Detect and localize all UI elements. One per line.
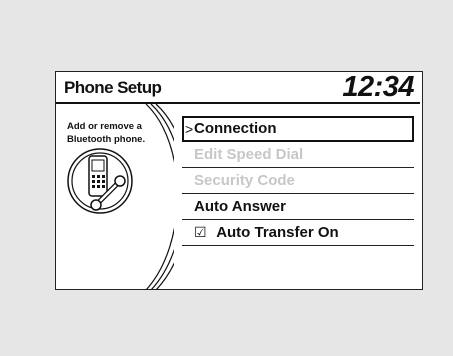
menu-item-auto-transfer[interactable]: ☑ Auto Transfer On [182, 220, 414, 246]
clock: 12:34 [342, 71, 414, 103]
menu-item-label: Security Code [194, 172, 295, 189]
checkbox-checked-icon[interactable]: ☑ [194, 220, 207, 245]
menu-item-edit-speed-dial[interactable]: Edit Speed Dial [182, 142, 414, 168]
menu-item-security-code[interactable]: Security Code [182, 168, 414, 194]
screen-header: Phone Setup 12:34 [56, 72, 422, 102]
menu-item-connection[interactable]: > Connection [182, 116, 414, 142]
menu-item-label: Connection [194, 120, 277, 137]
display-screen: Phone Setup 12:34 Add or remove a Blueto… [55, 71, 423, 290]
menu-item-label: Auto Answer [194, 198, 286, 215]
menu-item-label: Edit Speed Dial [194, 146, 304, 163]
page-title: Phone Setup [64, 78, 162, 97]
phone-setup-menu: > Connection Edit Speed Dial Security Co… [182, 116, 414, 246]
selection-cursor-icon: > [185, 121, 194, 137]
hint-text: Add or remove a Bluetooth phone. [67, 121, 146, 145]
menu-item-auto-answer[interactable]: Auto Answer [182, 194, 414, 220]
phone-wrench-icon [67, 148, 133, 214]
menu-item-label: Auto Transfer On [216, 224, 339, 241]
info-panel: Add or remove a Bluetooth phone. [56, 104, 174, 290]
